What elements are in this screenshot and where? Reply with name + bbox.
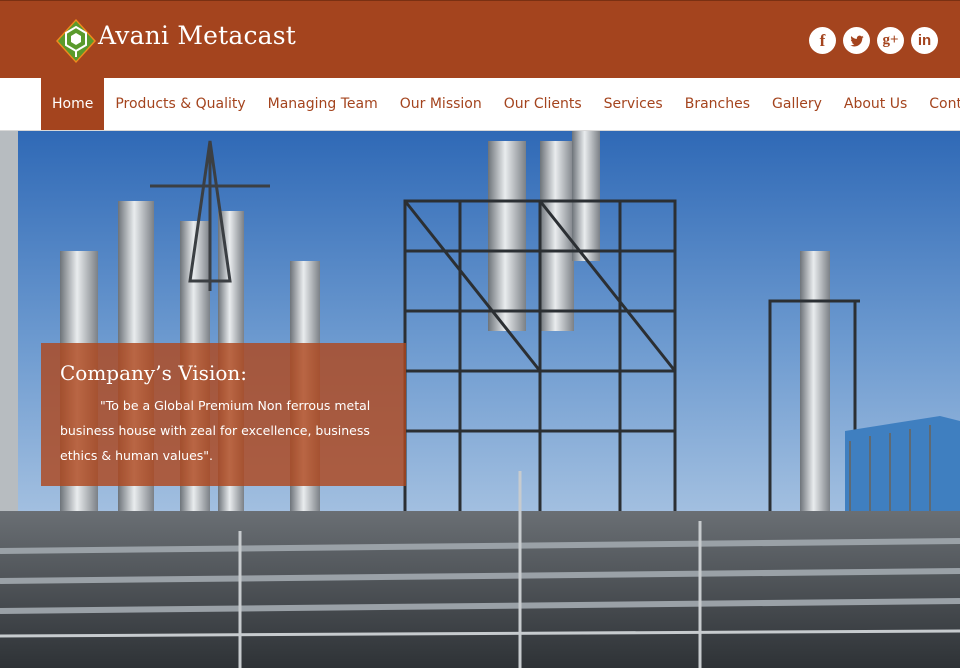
nav-our-clients[interactable]: Our Clients — [493, 78, 593, 130]
google-plus-icon[interactable]: g+ — [877, 27, 904, 54]
social-links: f g+ in — [809, 27, 938, 54]
nav-our-mission[interactable]: Our Mission — [389, 78, 493, 130]
linkedin-icon[interactable]: in — [911, 27, 938, 54]
vision-title: Company’s Vision: — [60, 361, 248, 385]
brand-name[interactable]: Avani Metacast — [98, 21, 296, 50]
hero-banner: Company’s Vision: "To be a Global Premiu… — [0, 131, 960, 668]
nav-branches[interactable]: Branches — [674, 78, 761, 130]
nav-gallery[interactable]: Gallery — [761, 78, 833, 130]
nav-managing-team[interactable]: Managing Team — [257, 78, 389, 130]
nav-home[interactable]: Home — [41, 78, 105, 130]
main-nav: Home Products & Quality Managing Team Ou… — [0, 78, 960, 131]
nav-services[interactable]: Services — [593, 78, 674, 130]
twitter-icon[interactable] — [843, 27, 870, 54]
company-logo[interactable] — [54, 17, 98, 65]
vision-statement: "To be a Global Premium Non ferrous meta… — [60, 398, 371, 463]
nav-contact-us[interactable]: Contact Us — [918, 78, 960, 130]
nav-products-quality[interactable]: Products & Quality — [104, 78, 256, 130]
facebook-icon[interactable]: f — [809, 27, 836, 54]
nav-about-us[interactable]: About Us — [833, 78, 918, 130]
site-header: Avani Metacast f g+ in — [0, 0, 960, 78]
vision-panel: Company’s Vision: "To be a Global Premiu… — [41, 343, 406, 486]
